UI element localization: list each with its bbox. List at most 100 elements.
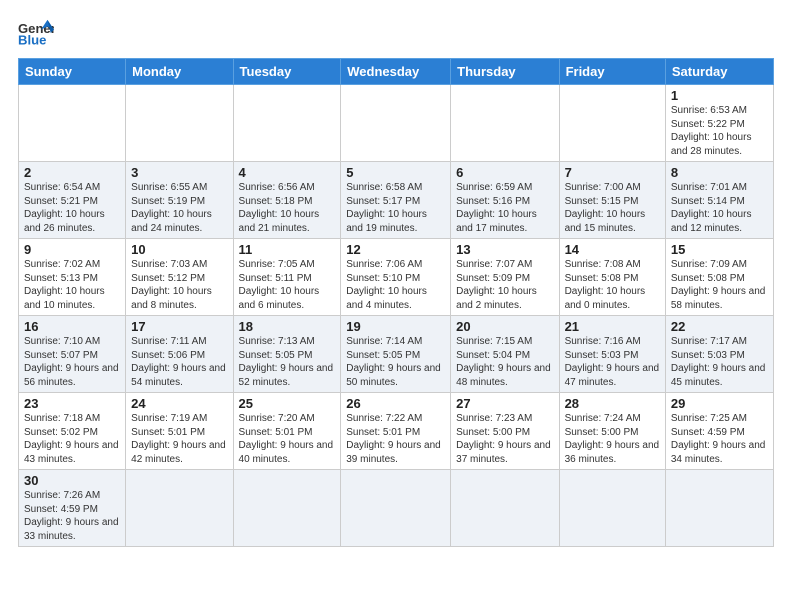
- day-number: 22: [671, 319, 768, 334]
- calendar-week-row: 1Sunrise: 6:53 AM Sunset: 5:22 PM Daylig…: [19, 85, 774, 162]
- day-info: Sunrise: 7:10 AM Sunset: 5:07 PM Dayligh…: [24, 335, 120, 389]
- day-info: Sunrise: 6:55 AM Sunset: 5:19 PM Dayligh…: [131, 181, 227, 235]
- calendar-cell: 2Sunrise: 6:54 AM Sunset: 5:21 PM Daylig…: [19, 162, 126, 239]
- day-info: Sunrise: 7:00 AM Sunset: 5:15 PM Dayligh…: [565, 181, 660, 235]
- day-info: Sunrise: 7:03 AM Sunset: 5:12 PM Dayligh…: [131, 258, 227, 312]
- calendar-cell: [341, 85, 451, 162]
- day-number: 30: [24, 473, 120, 488]
- calendar-cell: 10Sunrise: 7:03 AM Sunset: 5:12 PM Dayli…: [126, 239, 233, 316]
- calendar-cell: 22Sunrise: 7:17 AM Sunset: 5:03 PM Dayli…: [665, 316, 773, 393]
- calendar-cell: 5Sunrise: 6:58 AM Sunset: 5:17 PM Daylig…: [341, 162, 451, 239]
- day-number: 29: [671, 396, 768, 411]
- day-number: 15: [671, 242, 768, 257]
- weekday-header-tuesday: Tuesday: [233, 59, 341, 85]
- day-number: 24: [131, 396, 227, 411]
- calendar-cell: 7Sunrise: 7:00 AM Sunset: 5:15 PM Daylig…: [559, 162, 665, 239]
- calendar-cell: [665, 470, 773, 547]
- day-info: Sunrise: 7:02 AM Sunset: 5:13 PM Dayligh…: [24, 258, 120, 312]
- day-info: Sunrise: 7:24 AM Sunset: 5:00 PM Dayligh…: [565, 412, 660, 466]
- day-number: 11: [239, 242, 336, 257]
- day-number: 28: [565, 396, 660, 411]
- calendar-cell: 20Sunrise: 7:15 AM Sunset: 5:04 PM Dayli…: [451, 316, 559, 393]
- day-number: 23: [24, 396, 120, 411]
- calendar-cell: 3Sunrise: 6:55 AM Sunset: 5:19 PM Daylig…: [126, 162, 233, 239]
- calendar-cell: 15Sunrise: 7:09 AM Sunset: 5:08 PM Dayli…: [665, 239, 773, 316]
- day-info: Sunrise: 7:14 AM Sunset: 5:05 PM Dayligh…: [346, 335, 445, 389]
- calendar-cell: [451, 470, 559, 547]
- day-info: Sunrise: 7:19 AM Sunset: 5:01 PM Dayligh…: [131, 412, 227, 466]
- weekday-header-thursday: Thursday: [451, 59, 559, 85]
- day-number: 18: [239, 319, 336, 334]
- day-number: 25: [239, 396, 336, 411]
- day-info: Sunrise: 6:53 AM Sunset: 5:22 PM Dayligh…: [671, 104, 768, 158]
- day-info: Sunrise: 7:13 AM Sunset: 5:05 PM Dayligh…: [239, 335, 336, 389]
- calendar-cell: 6Sunrise: 6:59 AM Sunset: 5:16 PM Daylig…: [451, 162, 559, 239]
- calendar-cell: [19, 85, 126, 162]
- calendar-cell: [233, 85, 341, 162]
- weekday-header-saturday: Saturday: [665, 59, 773, 85]
- calendar-cell: 13Sunrise: 7:07 AM Sunset: 5:09 PM Dayli…: [451, 239, 559, 316]
- calendar-cell: 8Sunrise: 7:01 AM Sunset: 5:14 PM Daylig…: [665, 162, 773, 239]
- day-info: Sunrise: 7:17 AM Sunset: 5:03 PM Dayligh…: [671, 335, 768, 389]
- day-number: 3: [131, 165, 227, 180]
- weekday-header-row: SundayMondayTuesdayWednesdayThursdayFrid…: [19, 59, 774, 85]
- day-info: Sunrise: 6:59 AM Sunset: 5:16 PM Dayligh…: [456, 181, 553, 235]
- day-number: 1: [671, 88, 768, 103]
- calendar-cell: [559, 470, 665, 547]
- day-info: Sunrise: 6:54 AM Sunset: 5:21 PM Dayligh…: [24, 181, 120, 235]
- day-number: 4: [239, 165, 336, 180]
- calendar-cell: [559, 85, 665, 162]
- calendar-cell: 4Sunrise: 6:56 AM Sunset: 5:18 PM Daylig…: [233, 162, 341, 239]
- calendar-cell: 26Sunrise: 7:22 AM Sunset: 5:01 PM Dayli…: [341, 393, 451, 470]
- day-info: Sunrise: 7:09 AM Sunset: 5:08 PM Dayligh…: [671, 258, 768, 312]
- calendar-cell: 17Sunrise: 7:11 AM Sunset: 5:06 PM Dayli…: [126, 316, 233, 393]
- calendar-cell: 14Sunrise: 7:08 AM Sunset: 5:08 PM Dayli…: [559, 239, 665, 316]
- day-info: Sunrise: 7:05 AM Sunset: 5:11 PM Dayligh…: [239, 258, 336, 312]
- calendar-week-row: 16Sunrise: 7:10 AM Sunset: 5:07 PM Dayli…: [19, 316, 774, 393]
- day-info: Sunrise: 7:23 AM Sunset: 5:00 PM Dayligh…: [456, 412, 553, 466]
- logo: General Blue: [18, 18, 54, 48]
- day-info: Sunrise: 6:58 AM Sunset: 5:17 PM Dayligh…: [346, 181, 445, 235]
- day-number: 10: [131, 242, 227, 257]
- calendar-week-row: 2Sunrise: 6:54 AM Sunset: 5:21 PM Daylig…: [19, 162, 774, 239]
- weekday-header-sunday: Sunday: [19, 59, 126, 85]
- weekday-header-friday: Friday: [559, 59, 665, 85]
- weekday-header-wednesday: Wednesday: [341, 59, 451, 85]
- day-info: Sunrise: 7:08 AM Sunset: 5:08 PM Dayligh…: [565, 258, 660, 312]
- calendar-cell: 25Sunrise: 7:20 AM Sunset: 5:01 PM Dayli…: [233, 393, 341, 470]
- calendar-week-row: 30Sunrise: 7:26 AM Sunset: 4:59 PM Dayli…: [19, 470, 774, 547]
- logo-icon: General Blue: [18, 18, 54, 48]
- calendar-cell: 28Sunrise: 7:24 AM Sunset: 5:00 PM Dayli…: [559, 393, 665, 470]
- page: General Blue SundayMondayTuesdayWednesda…: [0, 0, 792, 612]
- day-info: Sunrise: 7:15 AM Sunset: 5:04 PM Dayligh…: [456, 335, 553, 389]
- calendar-cell: [451, 85, 559, 162]
- day-number: 19: [346, 319, 445, 334]
- day-number: 20: [456, 319, 553, 334]
- day-number: 14: [565, 242, 660, 257]
- calendar-cell: 16Sunrise: 7:10 AM Sunset: 5:07 PM Dayli…: [19, 316, 126, 393]
- calendar-cell: 1Sunrise: 6:53 AM Sunset: 5:22 PM Daylig…: [665, 85, 773, 162]
- day-info: Sunrise: 7:11 AM Sunset: 5:06 PM Dayligh…: [131, 335, 227, 389]
- calendar-cell: 21Sunrise: 7:16 AM Sunset: 5:03 PM Dayli…: [559, 316, 665, 393]
- day-info: Sunrise: 7:20 AM Sunset: 5:01 PM Dayligh…: [239, 412, 336, 466]
- day-number: 27: [456, 396, 553, 411]
- calendar-cell: 12Sunrise: 7:06 AM Sunset: 5:10 PM Dayli…: [341, 239, 451, 316]
- calendar-cell: 24Sunrise: 7:19 AM Sunset: 5:01 PM Dayli…: [126, 393, 233, 470]
- day-info: Sunrise: 7:18 AM Sunset: 5:02 PM Dayligh…: [24, 412, 120, 466]
- calendar-cell: 23Sunrise: 7:18 AM Sunset: 5:02 PM Dayli…: [19, 393, 126, 470]
- day-number: 17: [131, 319, 227, 334]
- day-info: Sunrise: 7:22 AM Sunset: 5:01 PM Dayligh…: [346, 412, 445, 466]
- day-info: Sunrise: 7:26 AM Sunset: 4:59 PM Dayligh…: [24, 489, 120, 543]
- calendar-cell: [126, 470, 233, 547]
- calendar-week-row: 23Sunrise: 7:18 AM Sunset: 5:02 PM Dayli…: [19, 393, 774, 470]
- calendar-table: SundayMondayTuesdayWednesdayThursdayFrid…: [18, 58, 774, 547]
- calendar-cell: 29Sunrise: 7:25 AM Sunset: 4:59 PM Dayli…: [665, 393, 773, 470]
- day-number: 5: [346, 165, 445, 180]
- calendar-week-row: 9Sunrise: 7:02 AM Sunset: 5:13 PM Daylig…: [19, 239, 774, 316]
- day-info: Sunrise: 7:06 AM Sunset: 5:10 PM Dayligh…: [346, 258, 445, 312]
- header: General Blue: [18, 18, 774, 48]
- weekday-header-monday: Monday: [126, 59, 233, 85]
- day-info: Sunrise: 7:16 AM Sunset: 5:03 PM Dayligh…: [565, 335, 660, 389]
- calendar-cell: 11Sunrise: 7:05 AM Sunset: 5:11 PM Dayli…: [233, 239, 341, 316]
- day-number: 7: [565, 165, 660, 180]
